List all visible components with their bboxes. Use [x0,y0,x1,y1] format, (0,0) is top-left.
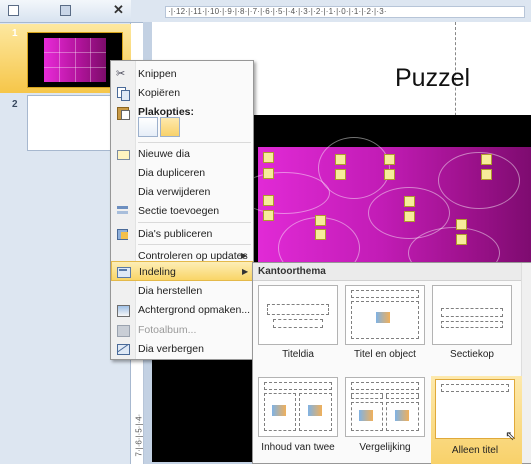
menu-item-paste-options: Plakopties: [111,102,253,122]
menu-item-add-section[interactable]: Sectie toevoegen [111,201,253,221]
menu-item-duplicate-slide[interactable]: Dia dupliceren [111,163,253,183]
slide-thumbnail-2[interactable] [27,95,123,151]
menu-item-reset-slide[interactable]: Dia herstellen [111,281,253,301]
paste-keep-formatting-button[interactable] [138,117,158,137]
scissors-icon: ✂ [116,68,126,80]
layout-thumb-title-slide[interactable] [258,285,338,345]
layout-label-title-only: Alleen titel [451,445,499,456]
menu-item-photo-album: Fotoalbum... [111,320,253,340]
layout-icon [117,265,131,278]
menu-item-publish-slides[interactable]: Dia's publiceren [111,224,253,244]
copy-icon [116,86,130,101]
slide-title[interactable]: Puzzel [395,64,470,93]
menu-item-new-slide[interactable]: Nieuwe dia [111,144,253,164]
slides-tab-icon[interactable] [8,5,19,16]
layout-label-section-header: Sectiekop [450,349,494,360]
slide-number-2: 2 [12,99,18,110]
puzzle-thumbnail-image [44,38,106,82]
menu-separator [138,222,251,223]
menu-item-delete-slide[interactable]: Dia verwijderen [111,182,253,202]
puzzle-image[interactable] [238,137,531,279]
vertical-ruler: 7·|·6·|·5·|·4· [131,350,144,464]
menu-item-format-background[interactable]: Achtergrond opmaken... [111,300,253,320]
submenu-scrollbar[interactable] [521,263,531,463]
context-menu: ✂ Knippen Kopiëren Plakopties: Nieuwe di… [110,60,254,360]
close-icon[interactable]: ✕ [113,2,124,18]
slide-number-1: 1 [12,28,18,39]
paste-picture-button[interactable] [160,117,180,137]
menu-item-hide-slide[interactable]: Dia verbergen [111,339,253,359]
submenu-header: Kantoorthema [253,263,531,281]
horizontal-ruler: ·|·12·|·11·|·10·|·9·|·8·|·7·|·6·|·5·|·4·… [131,0,531,23]
menu-item-copy[interactable]: Kopiëren [111,83,253,103]
layout-thumb-title-only[interactable] [435,379,515,439]
layout-label-title-content: Titel en object [354,349,416,360]
section-icon [116,204,129,217]
submenu-arrow-icon: ▶ [242,267,249,276]
ruler-scale: ·|·12·|·11·|·10·|·9·|·8·|·7·|·6·|·5·|·4·… [165,6,525,18]
new-slide-icon [116,147,130,160]
layout-submenu: Kantoorthema Titeldia Titel en object Se… [252,262,531,464]
publish-icon [116,227,129,240]
theme-name: Kantoorthema [258,266,326,277]
menu-separator [138,244,251,245]
layout-label-comparison: Vergelijking [359,442,411,453]
menu-separator [138,142,251,143]
paste-icon [116,105,130,120]
outline-tab-icon[interactable] [60,5,71,16]
mouse-cursor-icon: ⇖ [505,428,516,443]
layout-thumb-section-header[interactable] [432,285,512,345]
slide-thumbnail-1[interactable] [27,32,123,88]
hide-slide-icon [116,342,130,355]
layout-thumb-title-content[interactable] [345,285,425,345]
layout-label-title-slide: Titeldia [282,349,314,360]
layout-thumb-two-content[interactable] [258,377,338,437]
pane-tabs: ✕ [0,0,131,23]
menu-item-layout[interactable]: Indeling ▶ [111,261,253,281]
background-icon [116,303,130,317]
layout-thumb-comparison[interactable] [345,377,425,437]
submenu-arrow-icon: ▶ [241,251,248,260]
layout-label-two-content: Inhoud van twee [261,442,335,453]
vertical-ruler-scale: 7·|·6·|·5·|·4· [134,413,144,457]
photo-album-icon [116,323,130,337]
menu-item-cut[interactable]: ✂ Knippen [111,64,253,84]
